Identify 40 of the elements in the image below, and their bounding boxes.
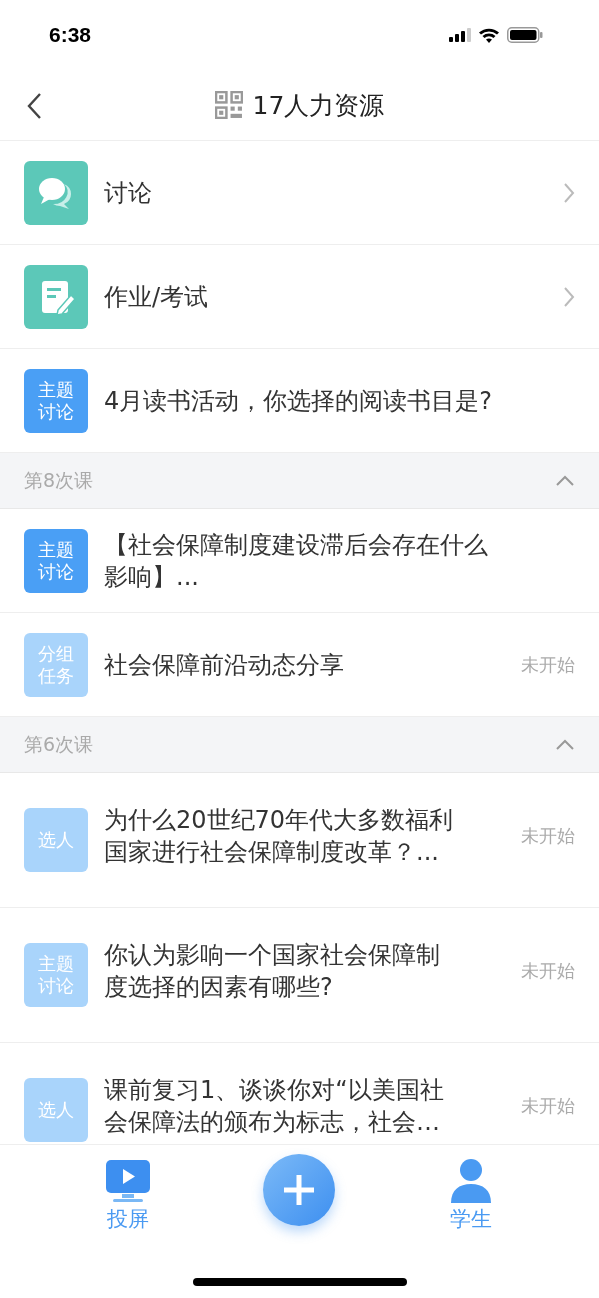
menu-item[interactable]: 讨论: [0, 141, 599, 245]
activity-title: 课前复习1、谈谈你对“以美国社会保障法的颁布为标志，社会…: [104, 1075, 445, 1138]
status-label: 未开始: [521, 652, 575, 677]
chevron-right-icon: [563, 285, 575, 308]
section-title: 第6次课: [24, 731, 94, 757]
menu-item[interactable]: 作业/考试: [0, 245, 599, 349]
wifi-icon: [478, 27, 500, 43]
back-icon: [26, 92, 42, 120]
notepad-pencil-icon: [24, 264, 88, 329]
activity-badge: 主题讨论: [24, 369, 88, 433]
activity-item[interactable]: 主题讨论 【社会保障制度建设滞后会存在什么影响】...: [0, 509, 599, 613]
activity-title: 4月读书活动，你选择的阅读书目是?: [104, 385, 493, 417]
activity-badge: 选人: [24, 1078, 88, 1142]
activity-item[interactable]: 主题讨论 你认为影响一个国家社会保障制度选择的因素有哪些? 未开始: [0, 908, 599, 1043]
menu-label: 作业/考试: [104, 281, 210, 313]
activity-title: 社会保障前沿动态分享: [104, 649, 345, 681]
chevron-right-icon: [563, 181, 575, 204]
battery-icon: [507, 27, 543, 43]
person-icon: [450, 1159, 493, 1203]
section-title: 第8次课: [24, 467, 94, 493]
activity-badge: 选人: [24, 808, 88, 872]
status-label: 未开始: [521, 959, 575, 983]
chat-bubbles-icon: [24, 160, 88, 225]
qr-code-icon: [214, 91, 243, 119]
plus-icon: [282, 1173, 317, 1207]
status-label: 未开始: [521, 824, 575, 848]
status-time: 6:38: [49, 23, 92, 47]
signal-icon: [449, 28, 471, 42]
status-label: 未开始: [521, 1094, 575, 1118]
activity-badge: 主题讨论: [24, 943, 88, 1007]
add-button[interactable]: [263, 1154, 336, 1226]
page-title: 17人力资源: [252, 89, 385, 122]
activity-item[interactable]: 选人 为什么20世纪70年代大多数福利国家进行社会保障制度改革？... 未开始: [0, 773, 599, 908]
activity-badge: 主题讨论: [24, 529, 88, 593]
activity-title: 你认为影响一个国家社会保障制度选择的因素有哪些?: [104, 940, 441, 1003]
activity-title: 为什么20世纪70年代大多数福利国家进行社会保障制度改革？...: [104, 805, 455, 868]
activity-title: 【社会保障制度建设滞后会存在什么影响】...: [104, 529, 489, 593]
monitor-play-icon: [104, 1159, 151, 1203]
activity-badge: 分组任务: [24, 633, 88, 697]
menu-label: 讨论: [104, 177, 153, 209]
